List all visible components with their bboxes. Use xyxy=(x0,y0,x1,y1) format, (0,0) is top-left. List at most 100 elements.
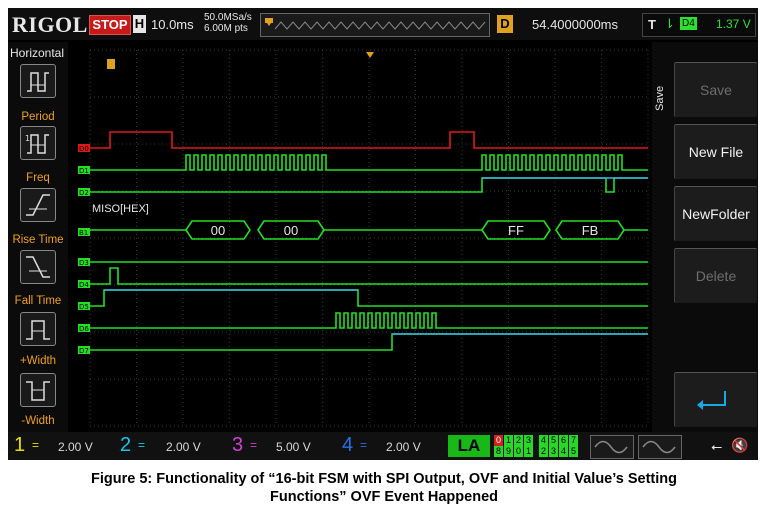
save-button[interactable]: Save xyxy=(674,62,757,117)
trigger-label: T xyxy=(648,17,656,32)
fall-time-label: Fall Time xyxy=(14,295,62,307)
logic-channel-map: 0123 4567 8901 2345 xyxy=(494,435,579,457)
ch4-number[interactable]: 4 xyxy=(342,434,353,457)
logic-channel-cell: 5 xyxy=(569,446,578,457)
ch3-coupling-icon: = xyxy=(250,438,258,452)
logic-channel-cell: 8 xyxy=(494,446,503,457)
logic-channel-row: 0123 4567 xyxy=(494,435,579,446)
delay-badge: D xyxy=(497,15,513,33)
delay-value[interactable]: 54.4000000ms xyxy=(532,17,618,32)
channel-tag-text: D3 xyxy=(79,259,89,267)
generator2-button[interactable] xyxy=(638,435,682,459)
bus-value-text: 00 xyxy=(284,223,298,238)
bus-label: MISO[HEX] xyxy=(92,203,149,215)
memory-overview-waveform xyxy=(265,18,486,30)
save-menu-panel: Save Save New File NewFolder Delete xyxy=(652,42,758,432)
ch1-number[interactable]: 1 xyxy=(14,434,25,457)
oscilloscope-screen: RIGOL STOP H 10.0ms 50.0MSa/s 6.00M pts … xyxy=(8,8,758,460)
caption-line-2: Functions” OVF Event Happened xyxy=(270,489,498,505)
sine-wave-icon xyxy=(594,440,628,454)
channel-tag-text: D1 xyxy=(79,167,89,175)
fall-time-icon xyxy=(26,256,50,278)
logic-channel-cell: 4 xyxy=(539,435,548,446)
delay-marker-icon xyxy=(107,59,115,69)
logic-channel-cell: 0 xyxy=(494,435,503,446)
delete-button[interactable]: Delete xyxy=(674,248,757,303)
timebase-badge: H xyxy=(133,15,146,33)
period-icon xyxy=(27,72,49,92)
logic-channel-cell: 6 xyxy=(559,435,568,446)
logic-analyzer-button[interactable]: LA xyxy=(448,435,490,457)
panel-title: Horizontal xyxy=(10,46,65,60)
logic-channel-cell: 4 xyxy=(559,446,568,457)
trigger-edge-icon: ⇂ xyxy=(664,16,675,31)
memory-depth: 6.00M pts xyxy=(204,23,248,34)
timebase-value[interactable]: 10.0ms xyxy=(151,17,194,32)
logic-channel-cell: 1 xyxy=(504,435,513,446)
channel-tag-text: D2 xyxy=(79,189,89,197)
new-folder-button[interactable]: NewFolder xyxy=(674,186,757,241)
logic-channel-cell: 7 xyxy=(569,435,578,446)
digital-traces: 00 00 FF FB xyxy=(90,131,648,351)
rise-time-button[interactable] xyxy=(20,188,56,222)
brand-logo: RIGOL xyxy=(12,12,88,37)
channel-tag-text: D5 xyxy=(79,303,89,311)
generator1-button[interactable] xyxy=(590,435,634,459)
memory-overview[interactable] xyxy=(260,13,490,37)
logic-channel-cell: 3 xyxy=(549,446,558,457)
ch2-number[interactable]: 2 xyxy=(120,434,131,457)
channel-tags: D0 D1 D2 B1 D3 D4 D5 D6 D7 MISO[HEX] xyxy=(78,144,149,355)
channel-tag-text: D4 xyxy=(79,281,89,289)
negative-width-icon xyxy=(26,381,50,401)
channel-status-bar: 1 = 2.00 V 2 = 2.00 V 3 = 5.00 V 4 = 2.0… xyxy=(8,432,758,460)
enter-button[interactable] xyxy=(674,372,757,427)
trigger-source: D4 xyxy=(680,17,697,30)
ch3-number[interactable]: 3 xyxy=(232,434,243,457)
acquisition-info: 50.0MSa/s 6.00M pts xyxy=(204,12,252,34)
freq-label: Freq xyxy=(26,172,50,184)
ch2-coupling-icon: = xyxy=(138,438,146,452)
ch1-scale: 2.00 V xyxy=(58,440,93,454)
period-button[interactable] xyxy=(20,64,56,98)
ch1-coupling-icon: = xyxy=(32,438,40,452)
freq-button[interactable]: 1 xyxy=(20,126,56,160)
svg-text:1: 1 xyxy=(25,134,30,143)
trigger-position-marker xyxy=(366,52,374,58)
trace-d2 xyxy=(90,177,648,193)
run-stop-status[interactable]: STOP xyxy=(89,15,131,35)
positive-width-label: +Width xyxy=(19,355,57,367)
logic-channel-row: 8901 2345 xyxy=(494,446,579,457)
enter-icon xyxy=(697,391,726,410)
figure-caption: Figure 5: Functionality of “16-bit FSM w… xyxy=(0,470,768,506)
bus-value-text: 00 xyxy=(211,223,225,238)
channel-tag-text: B1 xyxy=(79,229,88,237)
fall-time-button[interactable] xyxy=(20,250,56,284)
bus-value-text: FF xyxy=(508,223,524,238)
logic-channel-cell: 2 xyxy=(539,446,548,457)
ch2-scale: 2.00 V xyxy=(166,440,201,454)
logic-channel-cell: 3 xyxy=(524,435,533,446)
bus-value-text: FB xyxy=(582,223,599,238)
usb-icon: ⭠ xyxy=(711,438,723,454)
negative-width-label: -Width xyxy=(21,415,55,427)
logic-channel-cell: 1 xyxy=(524,446,533,457)
horizontal-measure-panel: Horizontal Period 1 Freq Rise Time Fall … xyxy=(8,42,68,432)
period-label: Period xyxy=(21,111,55,123)
channel-tag-text: D7 xyxy=(79,347,89,355)
trace-d6 xyxy=(90,312,648,329)
channel-tag-text: D0 xyxy=(79,145,89,153)
menu-tab-save: Save xyxy=(654,85,666,111)
positive-width-button[interactable] xyxy=(20,312,56,346)
sine-wave-icon xyxy=(642,440,676,454)
caption-line-1: Figure 5: Functionality of “16-bit FSM w… xyxy=(91,471,677,487)
new-file-button[interactable]: New File xyxy=(674,124,757,179)
logic-channel-cell: 0 xyxy=(514,446,523,457)
sound-muted-icon[interactable]: 🔇 xyxy=(731,437,748,454)
logic-channel-cell: 2 xyxy=(514,435,523,446)
negative-width-button[interactable] xyxy=(20,373,56,407)
channel-tag-text: D6 xyxy=(79,325,89,333)
waveform-display[interactable]: 00 00 FF FB D0 D1 D2 B1 D3 D4 D5 D6 D7 MISO[HEX] xyxy=(70,42,650,428)
logic-channel-cell: 5 xyxy=(549,435,558,446)
graticule-grid xyxy=(89,49,649,427)
rise-time-icon xyxy=(26,194,50,216)
